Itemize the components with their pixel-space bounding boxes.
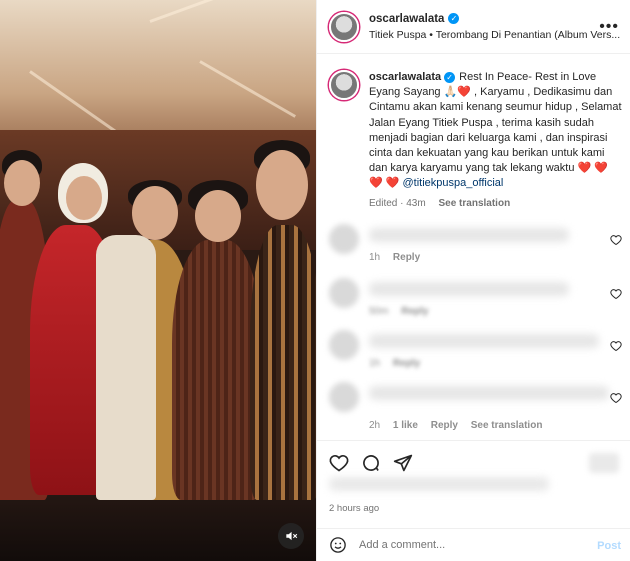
- caption-username[interactable]: oscarlawalata: [369, 71, 441, 83]
- comment-text-blurred: [369, 386, 609, 400]
- audio-track-link[interactable]: Titiek Puspa • Terombang Di Penantian (A…: [369, 28, 620, 42]
- verified-badge-icon: ✓: [448, 13, 460, 24]
- post-photo[interactable]: [0, 0, 316, 561]
- author-username[interactable]: oscarlawalata: [369, 12, 444, 26]
- comment-bubble-icon[interactable]: [361, 453, 381, 473]
- add-comment-input[interactable]: Add a comment...: [359, 539, 445, 551]
- caption-meta: Edited · 43m See translation: [369, 196, 624, 211]
- photo-face: [4, 160, 40, 206]
- photo-person: [250, 225, 316, 500]
- comment-likes-count[interactable]: 1 like: [393, 420, 418, 431]
- likes-summary-blurred[interactable]: [329, 477, 549, 491]
- post-time-ago: 2 hours ago: [329, 503, 380, 514]
- comment-time: 1h: [369, 358, 381, 369]
- comment-like-heart-icon[interactable]: [610, 234, 622, 246]
- comment-text-blurred: [369, 228, 569, 242]
- mute-button[interactable]: [278, 523, 304, 549]
- emoji-smiley-icon[interactable]: [329, 536, 347, 554]
- comment-time: 50m: [369, 306, 389, 317]
- photo-face: [195, 190, 241, 242]
- comment-time: 2h: [369, 420, 381, 431]
- comment-avatar[interactable]: [329, 278, 359, 308]
- caption-text: Rest In Peace- Rest in Love Eyang Sayang…: [369, 71, 622, 190]
- comment-reply-button[interactable]: Reply: [431, 420, 458, 431]
- comment-reply-button[interactable]: Reply: [393, 252, 420, 263]
- comment-reply-button[interactable]: Reply: [393, 358, 420, 369]
- caption-author-avatar[interactable]: [329, 70, 359, 100]
- photo-face: [256, 150, 308, 220]
- more-options-icon[interactable]: •••: [599, 18, 619, 36]
- comment-text-blurred: [369, 282, 569, 296]
- comment-avatar[interactable]: [329, 224, 359, 254]
- add-comment-bar: Add a comment... Post: [317, 528, 630, 561]
- photo-face: [132, 186, 178, 240]
- caption-see-translation[interactable]: See translation: [438, 198, 510, 209]
- comment-like-heart-icon[interactable]: [610, 340, 622, 352]
- caption-mention-link[interactable]: @titiekpuspa_official: [403, 177, 504, 189]
- photo-scarf: [96, 235, 156, 500]
- comment-text-blurred: [369, 334, 599, 348]
- post-actions-bar: [317, 440, 630, 480]
- comment-see-translation[interactable]: See translation: [471, 420, 543, 431]
- post-header: oscarlawalata ✓ Titiek Puspa • Terombang…: [317, 0, 630, 54]
- speaker-muted-icon: [286, 531, 298, 541]
- post-caption: oscarlawalata ✓ Rest In Peace- Rest in Lov…: [329, 70, 624, 211]
- verified-badge-icon: ✓: [444, 72, 456, 83]
- author-avatar[interactable]: [329, 11, 359, 42]
- save-bookmark-icon[interactable]: [589, 453, 619, 473]
- like-heart-icon[interactable]: [329, 453, 349, 473]
- instagram-post: oscarlawalata ✓ Titiek Puspa • Terombang…: [0, 0, 630, 561]
- post-comment-button[interactable]: Post: [597, 540, 621, 552]
- post-side-panel: oscarlawalata ✓ Titiek Puspa • Terombang…: [316, 0, 630, 561]
- comment-avatar[interactable]: [329, 330, 359, 360]
- caption-edited-time: Edited · 43m: [369, 197, 426, 209]
- comment-time: 1h: [369, 252, 381, 263]
- comment-avatar[interactable]: [329, 382, 359, 412]
- photo-face: [66, 176, 102, 220]
- comment-like-heart-icon[interactable]: [610, 392, 622, 404]
- share-paper-plane-icon[interactable]: [393, 453, 413, 473]
- photo-person: [172, 240, 262, 500]
- comment-reply-button[interactable]: Reply: [401, 306, 428, 317]
- comment-like-heart-icon[interactable]: [610, 288, 622, 300]
